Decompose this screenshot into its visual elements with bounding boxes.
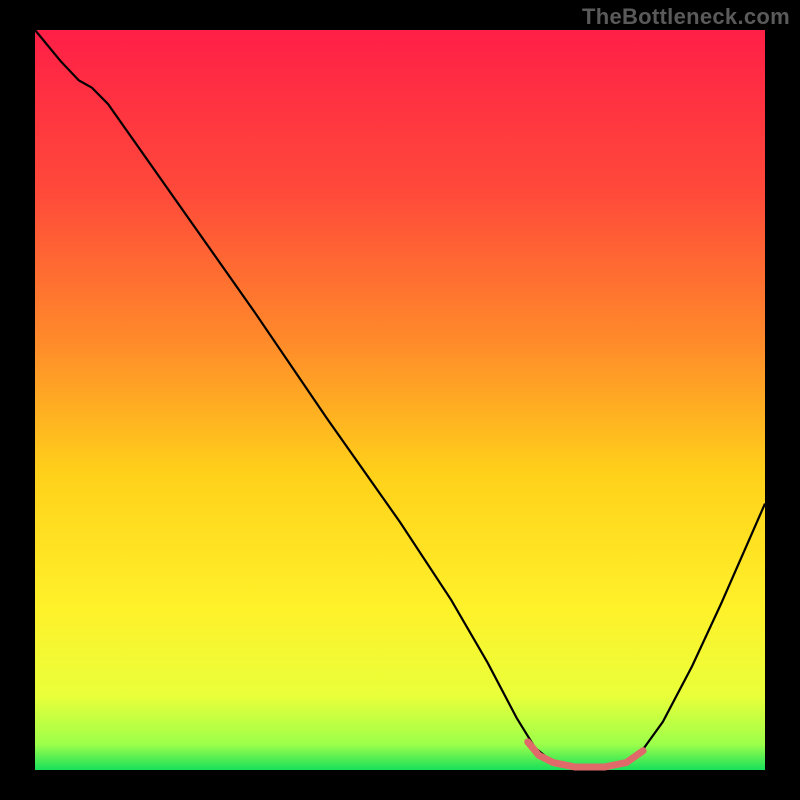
watermark-text: TheBottleneck.com — [582, 4, 790, 30]
gradient-background — [35, 30, 765, 770]
bottleneck-chart — [0, 0, 800, 800]
chart-container: { "watermark": "TheBottleneck.com", "cha… — [0, 0, 800, 800]
